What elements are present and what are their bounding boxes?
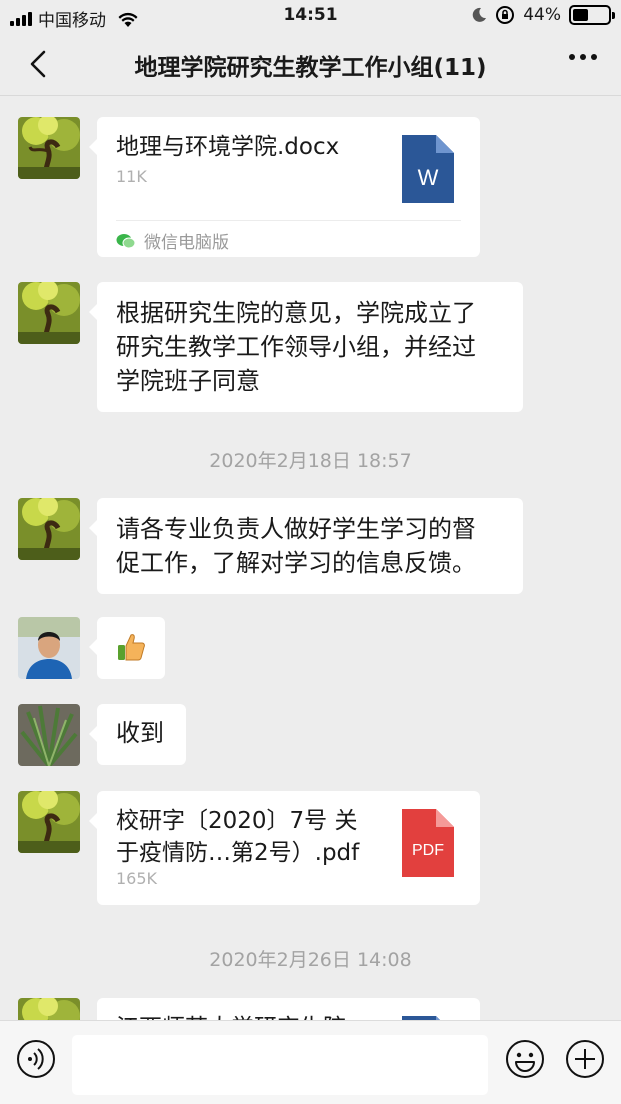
file-size: 11K bbox=[116, 167, 147, 186]
source-text: 微信电脑版 bbox=[144, 233, 229, 253]
avatar-tree[interactable] bbox=[18, 498, 80, 560]
chevron-left-icon[interactable] bbox=[20, 46, 56, 82]
status-bar: 中国移动 14:51 44% bbox=[0, 0, 621, 32]
status-right: 44% bbox=[471, 5, 615, 25]
file-name: 地理与环境学院.docx bbox=[116, 134, 340, 160]
source-label: 微信电脑版 bbox=[116, 228, 229, 253]
message-line: 根据研究生院的意见，学院成立了 bbox=[116, 299, 476, 327]
moon-icon bbox=[472, 7, 487, 22]
avatar-plant[interactable] bbox=[18, 704, 80, 766]
emoji-icon[interactable] bbox=[505, 1039, 545, 1079]
avatar-tree[interactable] bbox=[18, 117, 80, 179]
divider bbox=[116, 220, 461, 221]
message-list[interactable]: 地理与环境学院.docx 11K W 微信电脑版 根据研究生院的意见，学院成立了… bbox=[0, 97, 621, 1020]
pdf-file-icon: PDF bbox=[402, 809, 454, 877]
more-icon[interactable] bbox=[569, 54, 597, 60]
file-bubble-pdf[interactable]: 校研字〔2020〕7号 关 于疫情防…第2号）.pdf 165K PDF bbox=[89, 791, 480, 905]
emoji-bubble[interactable] bbox=[89, 617, 165, 679]
message-line: 研究生教学工作领导小组，并经过 bbox=[116, 333, 476, 361]
word-file-icon: W bbox=[402, 135, 454, 203]
avatar-tree[interactable] bbox=[18, 791, 80, 853]
file-size: 165K bbox=[116, 869, 158, 888]
avatar-tree[interactable] bbox=[18, 282, 80, 344]
file-name: 校研字〔2020〕7号 关 于疫情防…第2号）.pdf bbox=[116, 805, 386, 869]
message-input[interactable] bbox=[72, 1035, 488, 1095]
chat-title: 地理学院研究生教学工作小组(11) bbox=[134, 55, 487, 81]
message-line: 促工作，了解对学习的信息反馈。 bbox=[116, 549, 476, 577]
wechat-icon bbox=[116, 233, 136, 248]
file-bubble-partial[interactable]: 江西师范大学研究生院 bbox=[97, 998, 480, 1020]
avatar-tree[interactable] bbox=[18, 998, 80, 1020]
rotation-lock-icon bbox=[496, 6, 515, 24]
battery-percent: 44% bbox=[523, 5, 561, 25]
timestamp: 2020年2月18日 18:57 bbox=[209, 450, 412, 472]
battery-level bbox=[573, 9, 588, 21]
text-bubble[interactable]: 收到 bbox=[89, 704, 186, 765]
message-line: 学院班子同意 bbox=[116, 367, 260, 395]
file-name-line: 校研字〔2020〕7号 关 bbox=[116, 808, 358, 834]
thumbs-up-icon bbox=[118, 634, 145, 661]
voice-icon[interactable] bbox=[16, 1039, 56, 1079]
text-bubble[interactable]: 请各专业负责人做好学生学习的督 促工作，了解对学习的信息反馈。 bbox=[89, 498, 523, 594]
file-name: 江西师范大学研究生院 bbox=[116, 1012, 386, 1020]
message-line: 请各专业负责人做好学生学习的督 bbox=[116, 515, 476, 543]
add-icon[interactable] bbox=[565, 1039, 605, 1079]
input-bar bbox=[0, 1020, 621, 1104]
file-bubble-docx[interactable]: 地理与环境学院.docx 11K W 微信电脑版 bbox=[89, 117, 480, 257]
battery-icon bbox=[569, 5, 615, 25]
timestamp: 2020年2月26日 14:08 bbox=[209, 949, 412, 971]
chat-header: 地理学院研究生教学工作小组(11) bbox=[0, 32, 621, 96]
avatar-person[interactable] bbox=[18, 617, 80, 679]
svg-text:W: W bbox=[418, 165, 439, 190]
file-name-line: 于疫情防…第2号）.pdf bbox=[116, 840, 360, 866]
svg-text:PDF: PDF bbox=[412, 842, 444, 859]
text-bubble[interactable]: 根据研究生院的意见，学院成立了 研究生教学工作领导小组，并经过 学院班子同意 bbox=[89, 282, 523, 412]
